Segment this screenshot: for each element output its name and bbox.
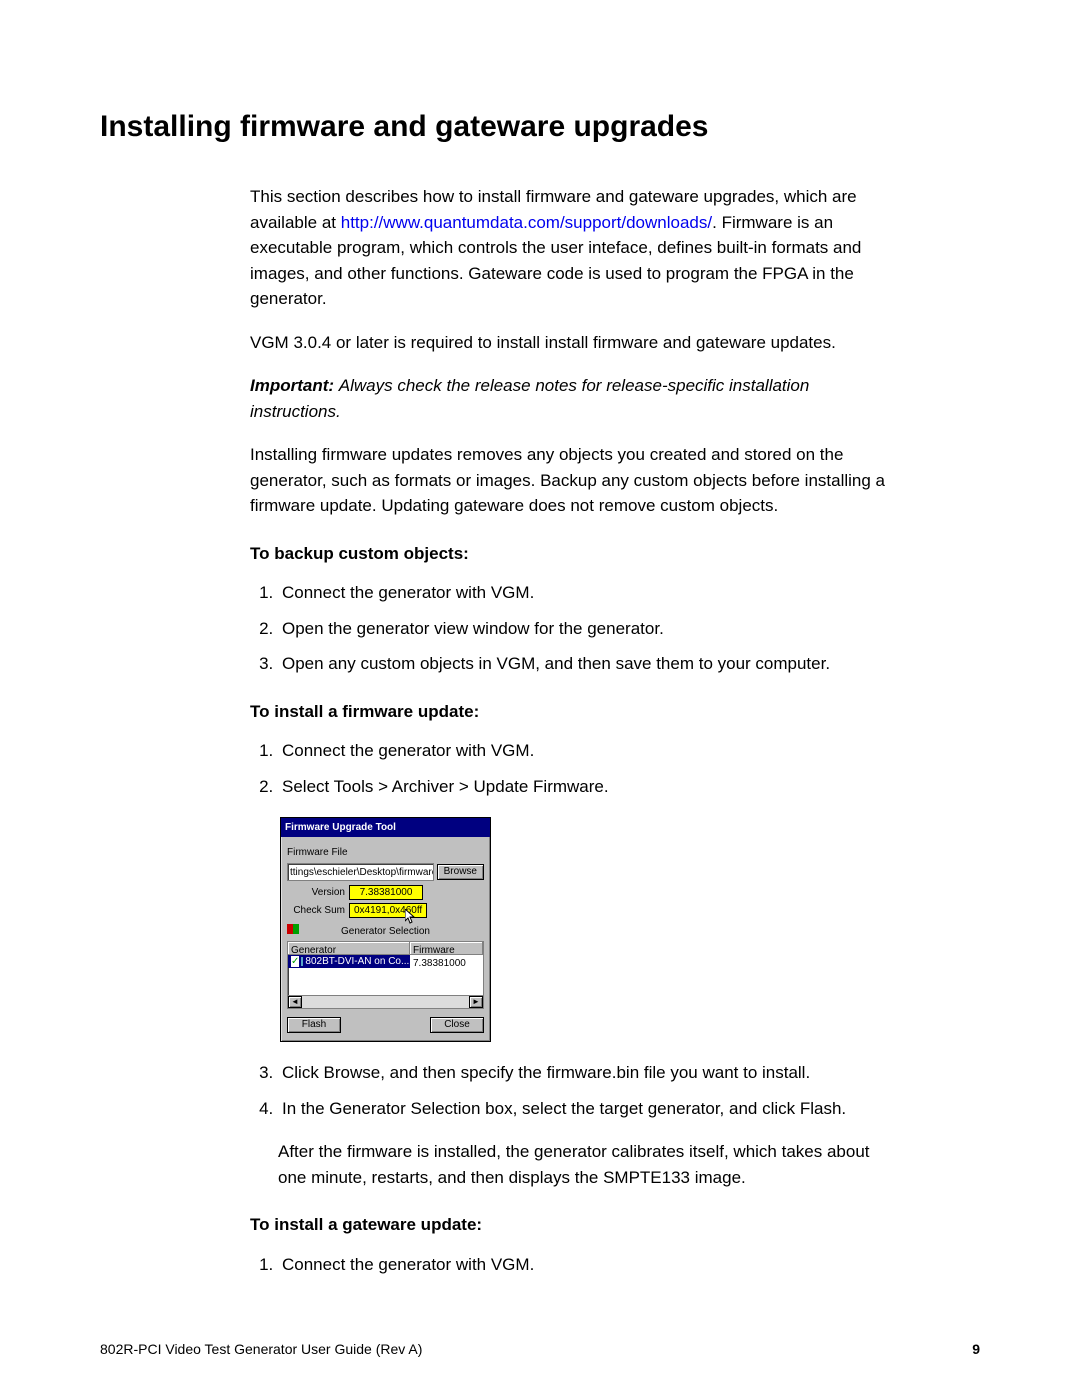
gateware-heading: To install a gateware update: — [250, 1212, 890, 1238]
generator-grid[interactable]: Generator Firmware ✓ 802BT-DVI-AN on Co.… — [287, 941, 484, 1009]
document-page: Installing firmware and gateware upgrade… — [0, 0, 1080, 1397]
flash-button[interactable]: Flash — [287, 1017, 341, 1033]
firmware-steps: Connect the generator with VGM. Select T… — [250, 738, 890, 799]
body-column: This section describes how to install fi… — [250, 184, 890, 1277]
horizontal-scrollbar[interactable]: ◄ ► — [288, 995, 483, 1008]
checksum-value: 0x4191,0x460ff — [349, 903, 427, 918]
check-icon: ✓ — [291, 956, 299, 967]
list-item: In the Generator Selection box, select t… — [278, 1096, 890, 1122]
removal-paragraph: Installing firmware updates removes any … — [250, 442, 890, 519]
firmware-heading: To install a firmware update: — [250, 699, 890, 725]
list-item: Open the generator view window for the g… — [278, 616, 890, 642]
downloads-link[interactable]: http://www.quantumdata.com/support/downl… — [341, 213, 712, 232]
scroll-right-button[interactable]: ► — [469, 996, 483, 1008]
backup-heading: To backup custom objects: — [250, 541, 890, 567]
list-item: Connect the generator with VGM. — [278, 580, 890, 606]
scroll-left-button[interactable]: ◄ — [288, 996, 302, 1008]
footer-page-number: 9 — [972, 1341, 980, 1357]
list-item: Connect the generator with VGM. — [278, 738, 890, 764]
checksum-label: Check Sum — [287, 903, 349, 918]
table-row[interactable]: ✓ 802BT-DVI-AN on Co... 7.38381000 — [288, 955, 483, 968]
generator-selection-label: Generator Selection — [287, 924, 484, 939]
col-firmware[interactable]: Firmware — [410, 942, 483, 955]
col-generator[interactable]: Generator — [288, 942, 410, 955]
dialog-titlebar: Firmware Upgrade Tool — [281, 818, 490, 837]
scroll-track[interactable] — [302, 996, 469, 1008]
close-button[interactable]: Close — [430, 1017, 484, 1033]
version-value: 7.38381000 — [349, 885, 423, 900]
version-label: Version — [287, 885, 349, 900]
generator-selection-text: Generator Selection — [341, 926, 430, 937]
generator-selection-icon — [287, 924, 299, 934]
cell-generator-text: 802BT-DVI-AN on Co... — [305, 955, 409, 968]
cell-generator: ✓ 802BT-DVI-AN on Co... — [288, 955, 410, 968]
intro-paragraph: This section describes how to install fi… — [250, 184, 890, 312]
important-label: Important: — [250, 376, 339, 395]
cell-firmware: 7.38381000 — [410, 955, 483, 968]
grid-header: Generator Firmware — [288, 942, 483, 955]
backup-steps: Connect the generator with VGM. Open the… — [250, 580, 890, 677]
important-note: Important: Always check the release note… — [250, 373, 890, 424]
browse-button[interactable]: Browse — [437, 864, 484, 880]
firmware-file-label: Firmware File — [287, 845, 484, 860]
page-footer: 802R-PCI Video Test Generator User Guide… — [100, 1341, 980, 1357]
page-title: Installing firmware and gateware upgrade… — [100, 110, 980, 144]
list-item: Open any custom objects in VGM, and then… — [278, 651, 890, 677]
gateware-steps: Connect the generator with VGM. — [250, 1252, 890, 1278]
list-item: Connect the generator with VGM. — [278, 1252, 890, 1278]
list-item: Select Tools > Archiver > Update Firmwar… — [278, 774, 890, 800]
firmware-after-note: After the firmware is installed, the gen… — [278, 1139, 890, 1190]
requirement-paragraph: VGM 3.0.4 or later is required to instal… — [250, 330, 890, 356]
dialog-body: Firmware File ttings\eschieler\Desktop\f… — [281, 837, 490, 1041]
firmware-file-input[interactable]: ttings\eschieler\Desktop\firmware.bin — [287, 863, 434, 881]
firmware-upgrade-dialog: Firmware Upgrade Tool Firmware File ttin… — [280, 817, 491, 1042]
list-item: Click Browse, and then specify the firmw… — [278, 1060, 890, 1086]
device-icon — [301, 957, 303, 966]
footer-guide-title: 802R-PCI Video Test Generator User Guide… — [100, 1341, 422, 1357]
firmware-steps-continued: Click Browse, and then specify the firmw… — [250, 1060, 890, 1121]
